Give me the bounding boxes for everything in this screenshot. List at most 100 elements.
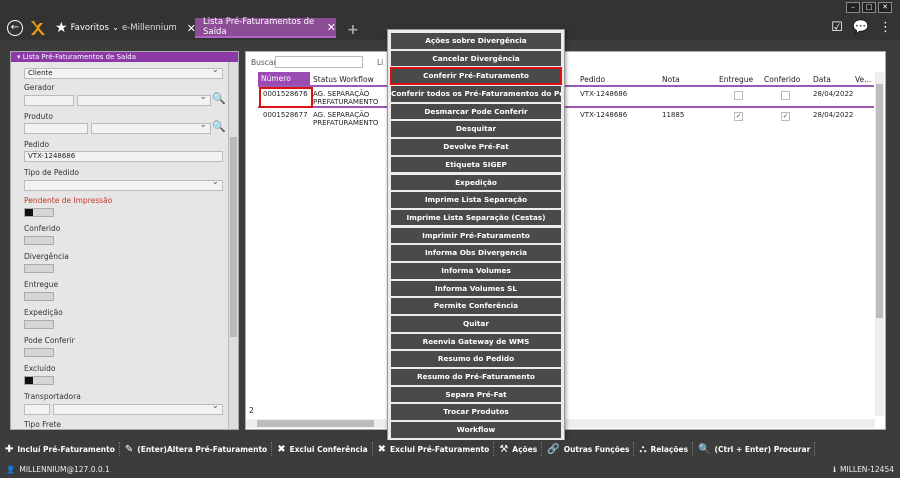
- column-header-status-workflow[interactable]: Status Workflow: [313, 75, 374, 84]
- chevron-down-icon: ⌄: [111, 23, 120, 33]
- produto-select[interactable]: [91, 121, 211, 134]
- menu-item-trocar-produtos[interactable]: Trocar Produtos: [391, 404, 561, 421]
- actions-dropdown-menu: Ações sobre Divergência Cancelar Divergê…: [387, 29, 565, 441]
- menu-item-acoes-divergencia[interactable]: Ações sobre Divergência: [391, 33, 561, 49]
- menu-item-permite-conferencia[interactable]: Permite Conferência: [391, 298, 561, 314]
- conferido-toggle[interactable]: [24, 236, 54, 245]
- menu-item-conferir-pre-faturamento[interactable]: Conferir Pré-Faturamento: [390, 67, 562, 85]
- more-vertical-icon[interactable]: ⋮: [879, 20, 892, 35]
- relacoes-button[interactable]: ⛬ Relações: [634, 442, 694, 456]
- menu-item-imprime-lista-separacao-cestas[interactable]: Imprime Lista Separação (Cestas): [391, 209, 561, 226]
- cell-data: 28/04/2022: [813, 111, 854, 119]
- column-header-ve[interactable]: Ve...: [855, 75, 871, 84]
- menu-item-conferir-todos[interactable]: Conferir todos os Pré-Faturamentos do Pe…: [391, 86, 561, 102]
- menu-item-quitar[interactable]: Quitar: [391, 316, 561, 332]
- pode-conferir-toggle[interactable]: [24, 348, 54, 357]
- menu-item-resumo-pedido[interactable]: Resumo do Pedido: [391, 351, 561, 367]
- tipo-pedido-select[interactable]: [24, 178, 223, 191]
- chat-icon[interactable]: 💬: [853, 20, 869, 35]
- filter-panel-body: Cliente Gerador 🔍 Produto 🔍 Pedido VTX-1…: [11, 62, 229, 429]
- menu-item-resumo-pre-faturamento[interactable]: Resumo do Pré-Faturamento: [391, 369, 561, 385]
- exclui-conferencia-button[interactable]: ✖ Exclui Conferência: [272, 442, 373, 456]
- expedicao-toggle[interactable]: [24, 320, 54, 329]
- conferido-checkbox[interactable]: [781, 91, 790, 100]
- table-row[interactable]: 0001528676 AG. SEPARAÇÃO PREFATURAMENTO …: [258, 88, 874, 108]
- close-icon[interactable]: ✕: [327, 21, 336, 34]
- divergencia-toggle[interactable]: [24, 264, 54, 273]
- cliente-select[interactable]: Cliente: [24, 66, 223, 79]
- menu-item-workflow[interactable]: Workflow: [391, 422, 561, 438]
- column-header-entregue[interactable]: Entregue: [719, 75, 753, 84]
- entregue-toggle[interactable]: [24, 292, 54, 301]
- menu-item-reenvia-gateway-wms[interactable]: Reenvia Gateway de WMS: [391, 333, 561, 350]
- menu-item-desmarcar-pode-conferir[interactable]: Desmarcar Pode Conferir: [391, 103, 561, 120]
- x-icon: ✖: [277, 443, 286, 455]
- table-row[interactable]: 0001528677 AG. SEPARAÇÃO PREFATURAMENTO …: [258, 109, 874, 129]
- gerador-label: Gerador: [24, 83, 55, 92]
- version-label: MILLEN-12454: [840, 465, 894, 474]
- pendente-impressao-toggle[interactable]: [24, 208, 54, 217]
- menu-item-imprime-lista-separacao[interactable]: Imprime Lista Separação: [391, 192, 561, 208]
- menu-item-imprimir-pre-faturamento[interactable]: Imprimir Pré-Faturamento: [391, 227, 561, 244]
- scrollbar-thumb[interactable]: [257, 420, 374, 427]
- grid-vertical-scrollbar[interactable]: [875, 72, 884, 416]
- filter-panel-scrollbar[interactable]: [228, 62, 238, 429]
- search-label: Buscar: [251, 58, 277, 67]
- search-input[interactable]: [275, 56, 363, 68]
- column-header-pedido[interactable]: Pedido: [580, 75, 605, 84]
- column-header-conferido[interactable]: Conferido: [764, 75, 800, 84]
- button-label: (Ctrl + Enter) Procurar: [714, 444, 811, 454]
- menu-item-desquitar[interactable]: Desquitar: [391, 121, 561, 138]
- scrollbar-thumb[interactable]: [876, 84, 883, 318]
- add-tab-icon[interactable]: +: [347, 22, 359, 38]
- menu-item-separa-pre-fat[interactable]: Separa Pré-Fat: [391, 386, 561, 403]
- transportadora-code-input[interactable]: [24, 404, 50, 415]
- produto-code-input[interactable]: [24, 123, 88, 134]
- entregue-label: Entregue: [24, 280, 59, 289]
- back-icon[interactable]: ←: [7, 20, 23, 36]
- scrollbar-thumb[interactable]: [230, 137, 237, 337]
- cell-pedido: VTX-1248686: [580, 111, 628, 119]
- menu-item-cancelar-divergencia[interactable]: Cancelar Divergência: [391, 50, 561, 67]
- tab-e-millennium[interactable]: e-Millennium ✕: [122, 18, 196, 38]
- menu-item-informa-volumes-sl[interactable]: Informa Volumes SL: [391, 280, 561, 297]
- minimize-icon[interactable]: –: [846, 2, 860, 13]
- pedido-input[interactable]: VTX-1248686: [24, 151, 223, 162]
- transportadora-select[interactable]: [53, 402, 223, 415]
- alterar-pre-faturamento-button[interactable]: ✎ (Enter)Altera Pré-Faturamento: [120, 442, 273, 456]
- transportadora-label: Transportadora: [24, 392, 81, 401]
- menu-item-expedicao[interactable]: Expedição: [391, 174, 561, 191]
- filter-panel: ▾ Lista Pré-Faturamentos de Saída Client…: [10, 51, 239, 430]
- entregue-checkbox-checked[interactable]: ✓: [734, 112, 743, 121]
- pedido-label: Pedido: [24, 140, 50, 149]
- entregue-checkbox[interactable]: [734, 91, 743, 100]
- user-label: MILLENNIUM@127.0.0.1: [19, 465, 110, 474]
- produto-search-icon[interactable]: 🔍: [212, 120, 226, 133]
- excluido-toggle[interactable]: [24, 376, 54, 385]
- acoes-button[interactable]: ⚒ Ações: [494, 442, 543, 456]
- cell-status: AG. SEPARAÇÃO PREFATURAMENTO: [313, 90, 378, 106]
- procurar-button[interactable]: 🔍 (Ctrl + Enter) Procurar: [693, 442, 816, 456]
- gerador-search-icon[interactable]: 🔍: [212, 92, 226, 105]
- outras-funcoes-button[interactable]: 🔗 Outras Funções: [542, 442, 635, 456]
- incluir-pre-faturamento-button[interactable]: ✚ Incluí Pré-Faturamento: [0, 442, 120, 456]
- favorites-menu[interactable]: ★ Favoritos ⌄: [55, 18, 119, 38]
- conferido-checkbox-checked[interactable]: ✓: [781, 112, 790, 121]
- menu-item-informa-volumes[interactable]: Informa Volumes: [391, 262, 561, 279]
- close-window-icon[interactable]: ✕: [878, 2, 892, 13]
- gerador-code-input[interactable]: [24, 95, 74, 106]
- exclui-pre-faturamento-button[interactable]: ✖ Exclui Pré-Faturamento: [373, 442, 495, 456]
- maximize-icon[interactable]: □: [862, 2, 876, 13]
- pencil-icon: ✎: [124, 443, 134, 455]
- tab-lista-pre-faturamentos[interactable]: Lista Pré-Faturamentos de Saída ✕: [195, 17, 336, 38]
- menu-item-informa-obs-divergencia[interactable]: Informa Obs Divergencia: [391, 245, 561, 261]
- filter-panel-header[interactable]: ▾ Lista Pré-Faturamentos de Saída: [11, 52, 238, 62]
- gerador-select[interactable]: [77, 93, 211, 106]
- column-header-numero[interactable]: Número: [258, 72, 310, 85]
- column-header-nota[interactable]: Nota: [662, 75, 680, 84]
- clipboard-check-icon[interactable]: ☑: [831, 20, 843, 35]
- menu-item-etiqueta-sigep[interactable]: Etiqueta SIGEP: [391, 156, 561, 173]
- tipo-frete-label: Tipo Frete: [24, 420, 62, 429]
- menu-item-devolve-pre-fat[interactable]: Devolve Pré-Fat: [391, 139, 561, 155]
- column-header-data[interactable]: Data: [813, 75, 831, 84]
